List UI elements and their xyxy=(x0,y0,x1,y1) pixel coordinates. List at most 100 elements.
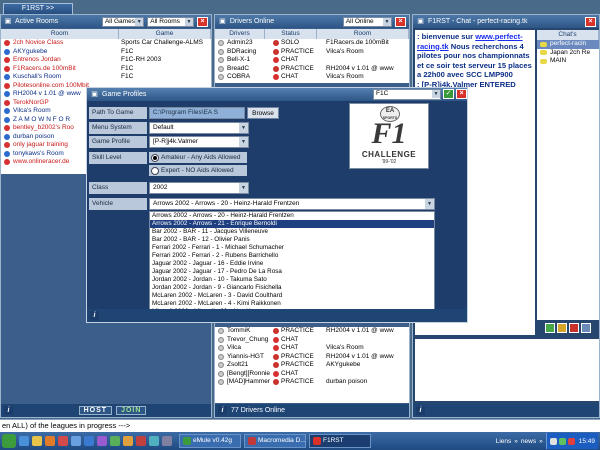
skill-amateur-radio[interactable]: Amateur - Any Aids Allowed xyxy=(149,152,247,163)
confirm-icon[interactable]: ✓ xyxy=(443,89,454,99)
quicklaunch-ie-icon[interactable] xyxy=(19,436,29,446)
driver-icon xyxy=(218,57,224,64)
quicklaunch-desktop-icon[interactable] xyxy=(71,436,81,446)
driver-row[interactable]: BDRacing PRACTICE Vilca's Room xyxy=(215,48,409,57)
taskbar-window-button[interactable]: F1RST xyxy=(309,434,371,448)
menu-select[interactable]: Default ▼ xyxy=(149,122,249,134)
room-row[interactable]: 2ch Novice Class Sports Car Challenge-ALM… xyxy=(1,39,211,48)
room-game: Sports Car Challenge-ALMS xyxy=(121,39,204,46)
close-icon[interactable]: × xyxy=(197,16,208,27)
driver-row[interactable]: [MAD]Hammer PRACTICE durban poison xyxy=(215,378,409,387)
profile-select[interactable]: [P-R]j4k.Valmer ▼ xyxy=(149,136,249,148)
quicklaunch-mail-icon[interactable] xyxy=(58,436,68,446)
close-icon[interactable]: × xyxy=(585,16,596,27)
vehicle-option[interactable]: Ferrari 2002 - Ferrari - 1 - Michael Sch… xyxy=(150,244,434,252)
taskbar-liens[interactable]: Liens xyxy=(496,438,512,445)
driver-row[interactable]: Yiannis-HGT PRACTICE RH2004 v 1.01 @ www xyxy=(215,353,409,362)
vehicle-option[interactable]: McLaren 2002 - McLaren - 4 - Kimi Raikko… xyxy=(150,300,434,308)
quicklaunch-pad-icon[interactable] xyxy=(162,436,172,446)
status-car-icon xyxy=(273,379,279,386)
driver-status: CHAT xyxy=(273,73,323,82)
host-button[interactable]: HOST xyxy=(78,406,113,415)
quicklaunch-game-icon[interactable] xyxy=(136,436,146,446)
info-icon[interactable]: i xyxy=(218,406,227,415)
game-select[interactable]: F1C ▼ xyxy=(373,89,441,100)
tray-clock[interactable]: 15:49 xyxy=(579,438,595,445)
path-input[interactable]: C:\Program Files\EA S xyxy=(149,107,245,119)
close-icon[interactable]: × xyxy=(395,16,406,27)
col-room[interactable]: Room xyxy=(317,29,409,39)
driver-icon xyxy=(218,362,224,369)
col-driver[interactable]: Drivers xyxy=(215,29,265,39)
room-name: AKYgukebe xyxy=(13,47,48,55)
driver-icon xyxy=(218,48,224,55)
chat-channel-item[interactable]: MAIN xyxy=(537,57,599,66)
tray-volume-icon[interactable] xyxy=(549,437,557,445)
driver-row[interactable]: Vilca CHAT Vilca's Room xyxy=(215,344,409,353)
skill-expert-radio[interactable]: Expert - NO Aids Allowed xyxy=(149,165,247,176)
tray-shield-icon[interactable] xyxy=(567,437,575,445)
vehicle-option[interactable]: Jordan 2002 - Jordan - 9 - Giancarlo Fis… xyxy=(150,284,434,292)
vehicle-option[interactable]: Jaguar 2002 - Jaguar - 16 - Eddie Irvine xyxy=(150,260,434,268)
driver-row[interactable]: Admin23 SOLO F1Racers.de 100mBit xyxy=(215,39,409,48)
driver-row[interactable]: [Bengt][Ronnie] CHAT xyxy=(215,370,409,379)
info-icon[interactable]: i xyxy=(416,406,425,415)
tool-block-icon[interactable] xyxy=(569,323,579,333)
join-button[interactable]: JOIN xyxy=(116,406,147,415)
liens-chevron-icon[interactable]: » xyxy=(514,438,518,445)
room-name: F1Racers.de 100mBit xyxy=(13,64,76,72)
tool-private-icon[interactable] xyxy=(557,323,567,333)
taskbar-news[interactable]: news xyxy=(521,438,536,445)
online-filter-select[interactable]: All Online ▼ xyxy=(342,16,392,27)
col-game[interactable]: Game xyxy=(119,29,211,39)
quicklaunch-media-icon[interactable] xyxy=(45,436,55,446)
chat-channel-item[interactable]: Japan 2ch Re xyxy=(537,49,599,58)
vehicle-option[interactable]: Ferrari 2002 - Ferrari - 2 - Rubens Barr… xyxy=(150,252,434,260)
vehicle-option[interactable]: Bar 2002 - BAR - 11 - Jacques Villeneuve xyxy=(150,228,434,236)
driver-row[interactable]: Trevor_Chung CHAT xyxy=(215,336,409,345)
quicklaunch-globe-icon[interactable] xyxy=(84,436,94,446)
taskbar-window-button[interactable]: eMule v0.42g xyxy=(179,434,241,448)
vehicle-option[interactable]: Arrows 2002 - Arrows - 21 - Enrique Bern… xyxy=(150,220,434,228)
info-icon[interactable]: i xyxy=(4,406,13,415)
info-icon[interactable]: i xyxy=(90,311,99,320)
vehicle-option[interactable]: Jordan 2002 - Jordan - 10 - Takuma Sato xyxy=(150,276,434,284)
driver-row[interactable]: COBRA CHAT Vilca's Room xyxy=(215,73,409,82)
driver-row[interactable]: BreadC PRACTICE RH2004 v 1.01 @ www xyxy=(215,65,409,74)
col-status[interactable]: Status xyxy=(265,29,317,39)
vehicle-option[interactable]: Arrows 2002 - Arrows - 20 - Heinz-Harald… xyxy=(150,212,434,220)
class-select[interactable]: 2002 ▼ xyxy=(149,182,249,194)
vehicle-select[interactable]: Arrows 2002 - Arrows - 20 - Heinz-Harald… xyxy=(149,198,435,210)
col-room[interactable]: Room xyxy=(1,29,119,39)
profile-label: Game Profile Name xyxy=(89,136,147,157)
news-chevron-icon[interactable]: » xyxy=(539,438,543,445)
room-row[interactable]: Kuschall's Room F1C xyxy=(1,73,211,82)
quicklaunch-music-icon[interactable] xyxy=(123,436,133,446)
quicklaunch-tool-icon[interactable] xyxy=(110,436,120,446)
driver-row[interactable]: TommiK PRACTICE RH2004 v 1.01 @ www xyxy=(215,327,409,336)
tray-network-icon[interactable] xyxy=(558,437,566,445)
chat-input[interactable] xyxy=(415,339,599,401)
vehicle-option[interactable]: Bar 2002 - BAR - 12 - Olivier Panis xyxy=(150,236,434,244)
browse-button[interactable]: Browse xyxy=(247,107,279,119)
logo-challenge-text: CHALLENGE xyxy=(361,150,417,159)
room-row[interactable]: Entrenos Jordan F1C-RH 2003 xyxy=(1,56,211,65)
room-filter-select[interactable]: All Rooms ▼ xyxy=(147,16,194,27)
taskbar-window-button[interactable]: Macromedia D... xyxy=(244,434,306,448)
vehicle-option[interactable]: Jaguar 2002 - Jaguar - 17 - Pedro De La … xyxy=(150,268,434,276)
tool-settings-icon[interactable] xyxy=(581,323,591,333)
drivers-list-bottom: TommiK PRACTICE RH2004 v 1.01 @ www Trevor_… xyxy=(215,327,409,403)
quicklaunch-net-icon[interactable] xyxy=(149,436,159,446)
room-row[interactable]: F1Racers.de 100mBit F1C xyxy=(1,65,211,74)
tool-refresh-icon[interactable] xyxy=(545,323,555,333)
chat-channel-item[interactable]: perfect-racin xyxy=(537,40,599,49)
driver-row[interactable]: Bell-X-1 CHAT xyxy=(215,56,409,65)
close-icon[interactable]: × xyxy=(456,89,467,99)
room-row[interactable]: AKYgukebe F1C xyxy=(1,48,211,57)
game-filter-select[interactable]: All Games ▼ xyxy=(101,16,145,27)
start-button[interactable] xyxy=(2,434,16,448)
vehicle-option[interactable]: McLaren 2002 - McLaren - 3 - David Coult… xyxy=(150,292,434,300)
quicklaunch-folder-icon[interactable] xyxy=(32,436,42,446)
quicklaunch-app-icon[interactable] xyxy=(97,436,107,446)
driver-row[interactable]: Zsolt21 PRACTICE AKYgukebe xyxy=(215,361,409,370)
